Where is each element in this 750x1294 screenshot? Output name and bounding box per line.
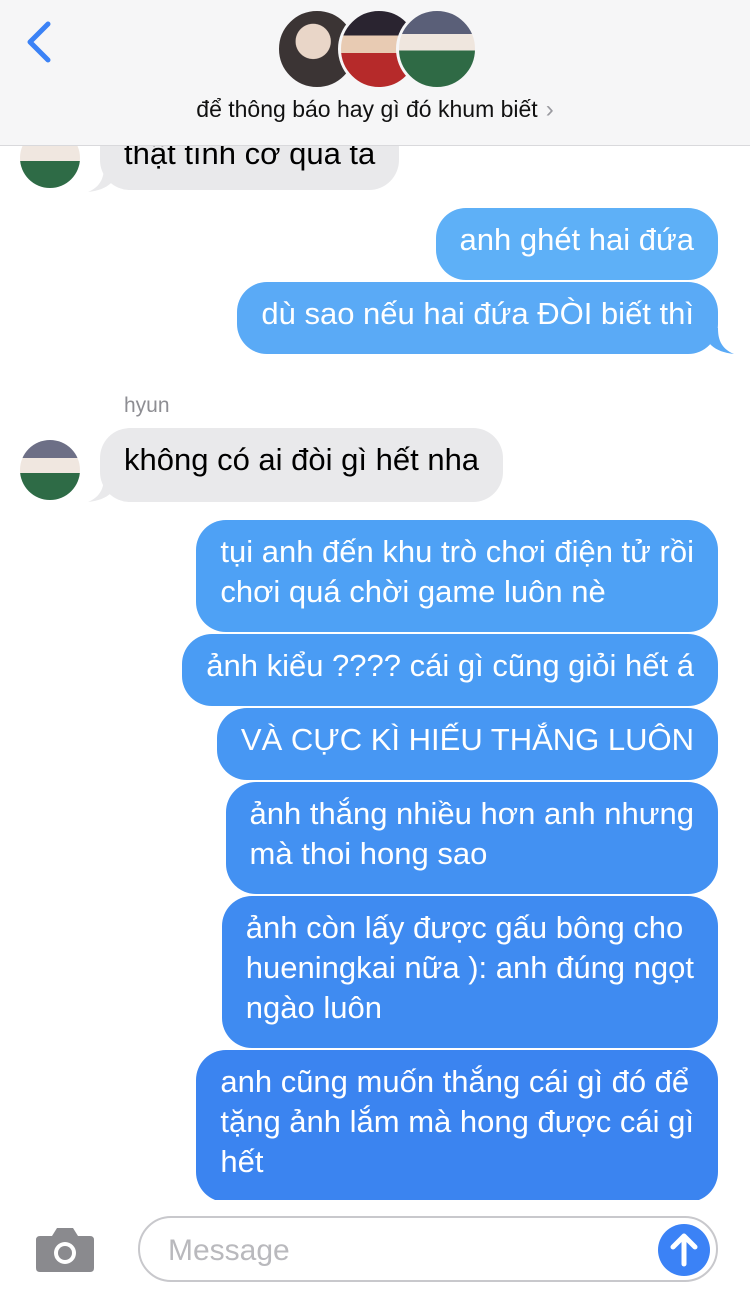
message-line: anh cũng muốn thắng cái gì đó để — [220, 1064, 690, 1099]
message-text: ảnh kiểu ???? cái gì cũng giỏi hết á — [206, 648, 694, 683]
message-line: ngào luôn — [245, 990, 382, 1025]
message-placeholder: Message — [168, 1234, 290, 1267]
bubble-tail — [704, 328, 734, 354]
message-text: dù sao nếu hai đứa ĐÒI biết thì — [261, 296, 694, 331]
group-avatars[interactable] — [276, 8, 478, 90]
message-text: anh ghét hai đứa — [459, 222, 695, 257]
message-text: không có ai đòi gì hết nha — [124, 442, 480, 477]
message-bubble[interactable]: tụi anh đến khu trò chơi điện tử rồi chơ… — [196, 520, 718, 632]
message-bubble[interactable]: anh cũng muốn thắng cái gì đó để tặng ản… — [196, 1050, 718, 1202]
message-line: hueningkai nữa ): anh đúng ngọt — [245, 950, 694, 985]
message-line: mà thoi hong sao — [249, 836, 488, 871]
message-line: hết — [220, 1144, 264, 1179]
message-bubble[interactable]: VÀ CỰC KÌ HIẾU THẮNG LUÔN — [216, 708, 718, 780]
message-line: tụi anh đến khu trò chơi điện tử rồi — [220, 534, 694, 569]
message-bubble[interactable]: ảnh kiểu ???? cái gì cũng giỏi hết á — [182, 634, 718, 706]
message-text: VÀ CỰC KÌ HIẾU THẮNG LUÔN — [240, 722, 694, 757]
group-name-label: để thông báo hay gì đó khum biết — [196, 96, 538, 122]
camera-icon[interactable] — [34, 1224, 96, 1274]
send-button[interactable] — [658, 1224, 710, 1276]
message-input-bar: Message — [0, 1200, 750, 1294]
message-bubble[interactable]: dù sao nếu hai đứa ĐÒI biết thì — [237, 282, 718, 354]
message-line: chơi quá chời game luôn nè — [220, 574, 606, 609]
chevron-right-icon: › — [545, 96, 554, 123]
avatar — [20, 440, 80, 500]
message-bubble[interactable]: không có ai đòi gì hết nha — [100, 428, 504, 502]
group-name[interactable]: để thông báo hay gì đó khum biết › — [0, 96, 750, 124]
message-bubble[interactable]: anh ghét hai đứa — [435, 208, 718, 280]
arrow-up-icon — [670, 1233, 698, 1267]
message-line: ảnh còn lấy được gấu bông cho — [245, 910, 684, 945]
message-bubble[interactable]: ảnh còn lấy được gấu bông cho hueningkai… — [221, 896, 718, 1048]
conversation-header: để thông báo hay gì đó khum biết › — [0, 0, 750, 146]
chevron-left-icon[interactable] — [22, 18, 62, 66]
sender-name: hyun — [124, 394, 170, 417]
avatar — [396, 8, 478, 90]
message-line: tặng ảnh lắm mà hong được cái gì — [220, 1104, 694, 1139]
message-line: ảnh thắng nhiều hơn anh nhưng — [249, 796, 694, 831]
message-input[interactable]: Message — [138, 1216, 718, 1282]
message-bubble[interactable]: ảnh thắng nhiều hơn anh nhưng mà thoi ho… — [225, 782, 718, 894]
